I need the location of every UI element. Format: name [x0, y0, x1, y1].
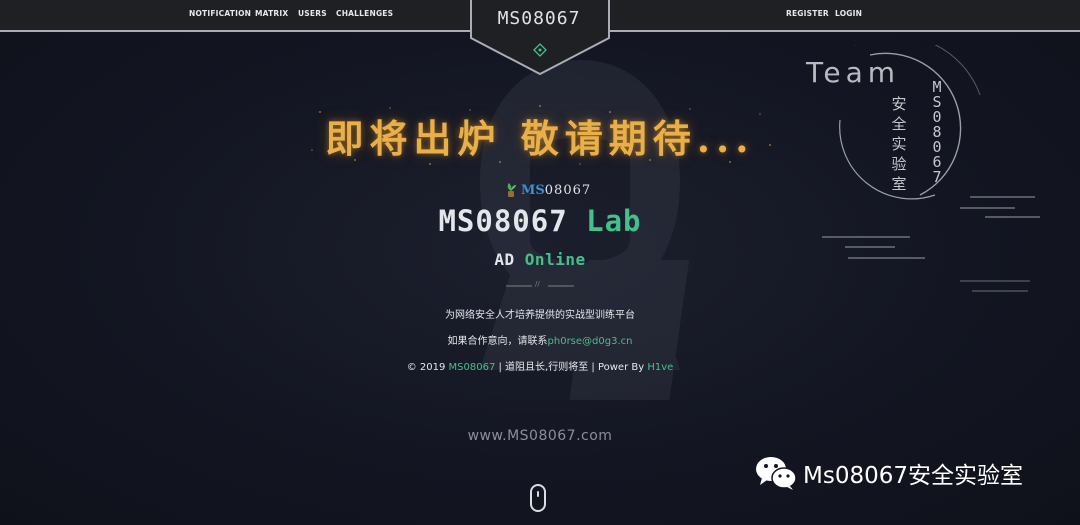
platform-tagline: 为网络安全人才培养提供的实战型训练平台: [445, 310, 635, 321]
ad-online-title: AD Online: [0, 250, 1080, 269]
mini-logo-number: 08067: [544, 182, 592, 198]
nav-notification[interactable]: NOTIFICATION: [189, 9, 251, 18]
coming-soon-headline: 即将出炉 敬请期待...: [325, 116, 755, 161]
copyright-text: © 2019: [406, 362, 449, 373]
lab-title-accent: Lab: [586, 204, 642, 238]
nav-matrix[interactable]: MATRIX: [255, 9, 288, 18]
author-link[interactable]: H1ve: [647, 362, 673, 373]
brand-link[interactable]: MS08067: [449, 362, 496, 373]
badge-title: MS08067: [497, 8, 581, 29]
contact-line: 如果合作意向，请联系ph0rse@d0g3.cn: [0, 332, 1080, 347]
contact-email-link[interactable]: ph0rse@d0g3.cn: [548, 336, 633, 347]
lab-vertical-ms: MS08067: [932, 78, 942, 186]
mini-logo-ms: MS: [521, 182, 545, 198]
wechat-watermark: Ms08067安全实验室: [755, 455, 1023, 491]
lab-vertical-cn: 安全实验室: [891, 95, 907, 193]
divider-mark: //: [535, 280, 540, 288]
nav-challenges[interactable]: CHALLENGES: [336, 9, 393, 18]
watermark-text: Ms08067安全实验室: [803, 463, 1023, 489]
footer-copyright: © 2019 MS08067 | 道阻且长,行则将至 | Power By H1…: [0, 358, 1080, 373]
plant-icon: [507, 183, 516, 197]
title-divider: //: [506, 280, 574, 289]
contact-prefix: 如果合作意向，请联系: [447, 336, 548, 347]
wechat-icon: [756, 457, 797, 490]
nav-login[interactable]: LOGIN: [835, 9, 862, 18]
lab-title: MS08067 Lab: [0, 204, 1080, 238]
website-url[interactable]: www.MS08067.com: [0, 428, 1080, 444]
mini-logo: MS 08067: [505, 182, 591, 198]
nav-register[interactable]: REGISTER: [786, 9, 829, 18]
footer-motto: | 道阻且长,行则将至 | Power By: [495, 362, 648, 373]
team-label: Team: [806, 56, 901, 89]
nav-users[interactable]: USERS: [298, 9, 327, 18]
ad-title-accent: Online: [524, 250, 586, 269]
scroll-mouse-icon[interactable]: [530, 484, 546, 512]
logo-badge[interactable]: MS08067: [470, 0, 610, 76]
lab-title-main: MS08067: [438, 204, 587, 238]
ad-title-main: AD: [494, 250, 525, 269]
